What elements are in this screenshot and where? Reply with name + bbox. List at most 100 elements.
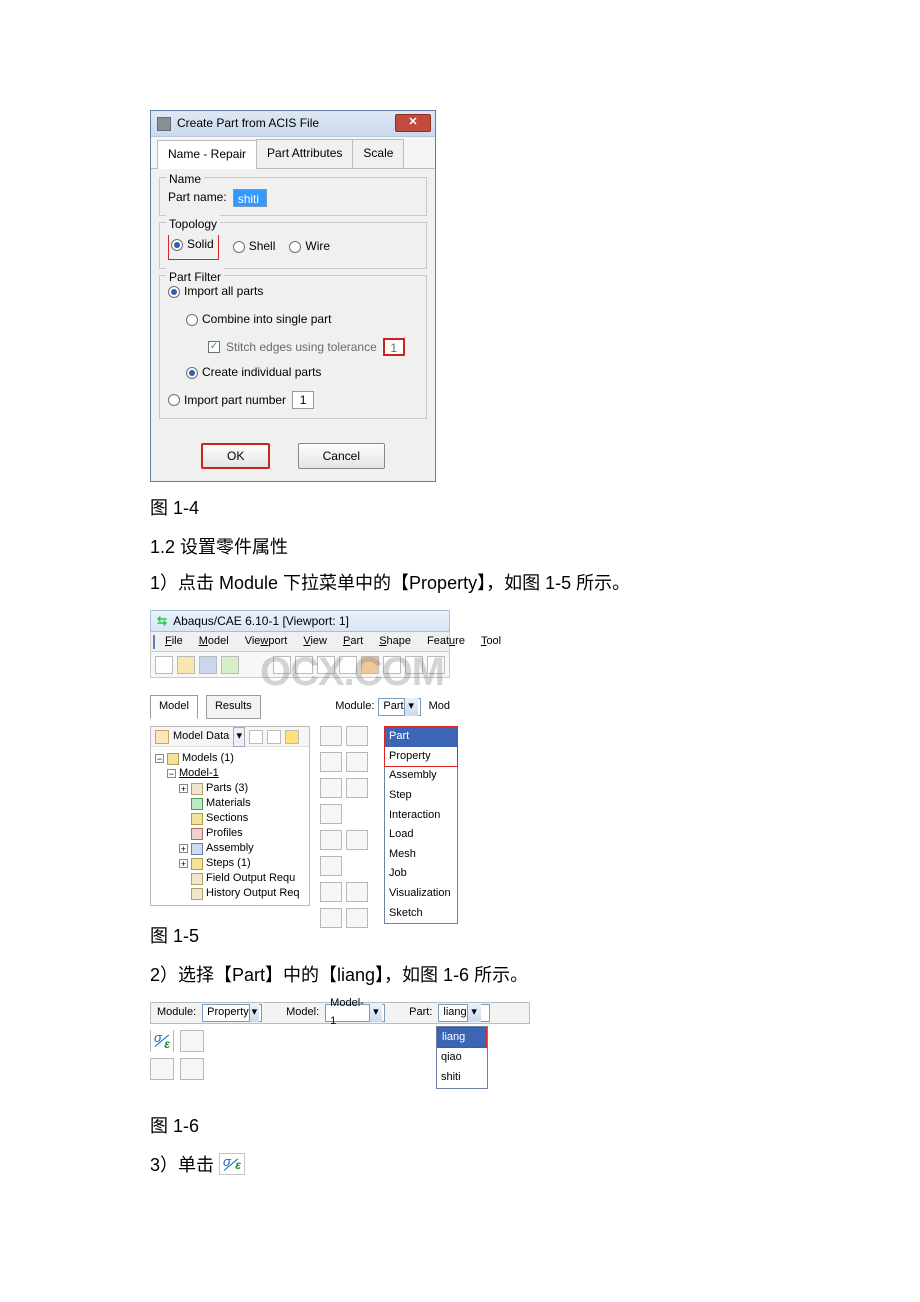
filter-icon[interactable] <box>267 730 281 744</box>
radio-combine[interactable]: Combine into single part <box>186 310 331 329</box>
tree-steps[interactable]: Steps (1) <box>206 856 251 871</box>
dd-mesh[interactable]: Mesh <box>385 845 457 865</box>
dd-part[interactable]: Part <box>385 727 457 747</box>
radio-import-partnum[interactable]: Import part number <box>168 391 286 410</box>
dd-job[interactable]: Job <box>385 864 457 884</box>
context-tab-results[interactable]: Results <box>206 695 261 719</box>
solidrevolve-icon[interactable] <box>346 752 368 772</box>
new-icon[interactable] <box>155 656 173 674</box>
tab-scale[interactable]: Scale <box>352 139 404 168</box>
dialog-tabs: Name - Repair Part Attributes Scale <box>151 137 435 169</box>
part-combo[interactable]: liang▾ <box>438 1004 490 1022</box>
tab-name-repair[interactable]: Name - Repair <box>157 140 257 169</box>
tree-parts[interactable]: Parts (3) <box>206 781 248 796</box>
dd-qiao[interactable]: qiao <box>437 1048 487 1068</box>
datum-icon[interactable] <box>346 830 368 850</box>
partname-label: Part name: <box>168 188 227 207</box>
dd-assembly[interactable]: Assembly <box>385 766 457 786</box>
save-icon[interactable] <box>199 656 217 674</box>
sort-icon[interactable] <box>249 730 263 744</box>
model-label: Model: <box>286 1004 319 1022</box>
menu-tools[interactable]: Tool <box>475 633 507 651</box>
dd-shiti[interactable]: shiti <box>437 1068 487 1088</box>
tree-assembly[interactable]: Assembly <box>206 841 254 856</box>
dd-step[interactable]: Step <box>385 786 457 806</box>
chevron-down-icon: ▾ <box>369 1004 383 1022</box>
print-icon[interactable] <box>221 656 239 674</box>
tree-icon <box>155 730 169 744</box>
property-context-bar: Module: Property▾ Model: Model-1▾ Part: … <box>150 1002 530 1080</box>
open-icon[interactable] <box>177 656 195 674</box>
offset-icon[interactable] <box>320 882 342 902</box>
model-combo[interactable]: Model-1▾ <box>325 1004 385 1022</box>
tree-materials[interactable]: Materials <box>206 796 251 811</box>
dd-interaction[interactable]: Interaction <box>385 806 457 826</box>
stitch-tolerance-input[interactable]: 1 <box>383 338 405 356</box>
ok-button[interactable]: OK <box>201 443 270 469</box>
shell-icon[interactable] <box>320 778 342 798</box>
import-partnum-input[interactable]: 1 <box>292 391 314 409</box>
tree-field-output[interactable]: Field Output Requ <box>206 871 295 886</box>
check-stitch[interactable]: ✓ <box>208 341 220 353</box>
repair-icon[interactable] <box>346 882 368 902</box>
mirror-icon[interactable] <box>320 856 342 876</box>
dd-sketch[interactable]: Sketch <box>385 904 457 924</box>
tree-models[interactable]: Models (1) <box>182 751 234 766</box>
watermark: OCX.COM <box>260 640 444 704</box>
misc1-icon[interactable] <box>320 908 342 928</box>
context-tab-model[interactable]: Model <box>150 695 198 719</box>
tab-part-attributes[interactable]: Part Attributes <box>256 139 353 168</box>
filter-legend: Part Filter <box>166 268 224 287</box>
material-manager-icon[interactable] <box>180 1030 204 1052</box>
topology-group: Topology Solid Shell Wire <box>159 222 427 269</box>
module-toolbox <box>320 726 376 934</box>
misc2-icon[interactable] <box>346 908 368 928</box>
module-dropdown[interactable]: Part Property Assembly Step Interaction … <box>384 726 458 924</box>
cut-icon[interactable] <box>346 778 368 798</box>
tree-profiles[interactable]: Profiles <box>206 826 243 841</box>
dd-visualization[interactable]: Visualization <box>385 884 457 904</box>
dd-property[interactable]: Property <box>385 747 457 767</box>
createpart-icon[interactable] <box>320 726 342 746</box>
dialog-titlebar: Create Part from ACIS File ✕ <box>151 111 435 137</box>
dialog-button-row: OK Cancel <box>151 433 435 481</box>
step-3: 3）单击 <box>150 1151 770 1180</box>
radio-solid[interactable]: Solid <box>171 235 214 254</box>
create-material-icon[interactable] <box>150 1030 174 1052</box>
menu-model[interactable]: Model <box>193 633 235 651</box>
app-titlebar: ⇆ Abaqus/CAE 6.10-1 [Viewport: 1] <box>150 610 450 632</box>
dd-liang[interactable]: liang <box>437 1027 487 1049</box>
radio-wire[interactable]: Wire <box>289 237 330 256</box>
name-legend: Name <box>166 170 204 189</box>
dd-load[interactable]: Load <box>385 825 457 845</box>
module-label2: Module: <box>157 1004 196 1022</box>
chevron-down-icon[interactable]: ▾ <box>233 727 245 747</box>
round-icon[interactable] <box>320 804 342 824</box>
part-label: Part: <box>409 1004 432 1022</box>
close-icon[interactable]: ✕ <box>395 114 431 132</box>
radio-shell[interactable]: Shell <box>233 237 276 256</box>
section-manager-icon[interactable] <box>180 1058 204 1080</box>
menu-file[interactable]: File <box>159 633 189 651</box>
tip-icon[interactable] <box>285 730 299 744</box>
caption-1-4: 图 1-4 <box>150 494 770 523</box>
module-combo2[interactable]: Property▾ <box>202 1004 262 1022</box>
step-2: 2）选择【Part】中的【liang】，如图 1-6 所示。 <box>150 961 770 990</box>
part-dropdown[interactable]: liang qiao shiti <box>436 1026 488 1089</box>
partition-icon[interactable] <box>320 830 342 850</box>
step-1: 1）点击 Module 下拉菜单中的【Property】，如图 1-5 所示。 <box>150 569 770 598</box>
chevron-down-icon: ▾ <box>249 1004 259 1022</box>
tree-sections[interactable]: Sections <box>206 811 248 826</box>
cancel-button[interactable]: Cancel <box>298 443 385 469</box>
caption-1-6: 图 1-6 <box>150 1112 770 1141</box>
solidextrude-icon[interactable] <box>320 752 342 772</box>
dialog-title-text: Create Part from ACIS File <box>177 114 319 133</box>
caption-1-5: 图 1-5 <box>150 922 770 951</box>
partname-input[interactable]: shiti <box>233 189 267 207</box>
create-section-icon[interactable] <box>150 1058 174 1080</box>
partmanager-icon[interactable] <box>346 726 368 746</box>
radio-create-individual[interactable]: Create individual parts <box>186 363 321 382</box>
tree-model-1[interactable]: Model-1 <box>179 766 219 781</box>
app-title: Abaqus/CAE 6.10-1 [Viewport: 1] <box>173 612 349 631</box>
tree-history-output[interactable]: History Output Req <box>206 886 300 901</box>
